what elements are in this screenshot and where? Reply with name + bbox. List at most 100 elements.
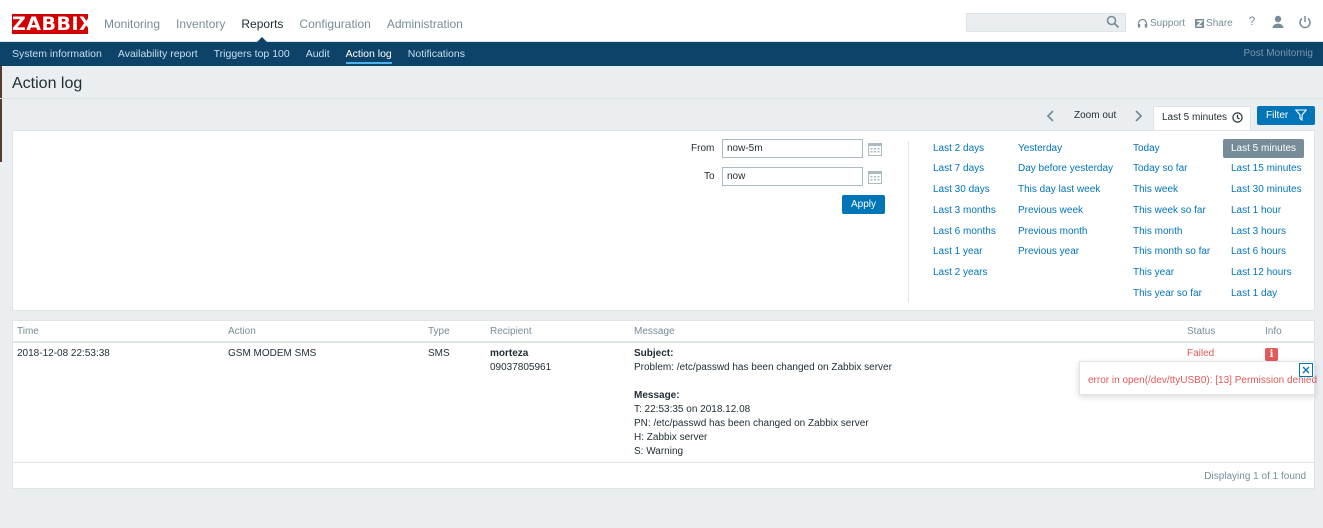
chevron-right-icon[interactable]	[1131, 108, 1145, 124]
to-input[interactable]: now	[722, 167, 863, 186]
close-icon[interactable]	[1299, 363, 1313, 377]
subnav-action-log[interactable]: Action log	[338, 42, 400, 66]
time-filter-panel: From now-5m To now Apply Last 2 days Las…	[12, 130, 1315, 311]
quick-range-last-5-minutes[interactable]: Last 5 minutes	[1223, 139, 1305, 158]
column-header-time: Time	[17, 326, 39, 337]
quick-range-previous-week[interactable]: Previous week	[1018, 205, 1083, 216]
quick-range-this-week-so-far[interactable]: This week so far	[1133, 205, 1206, 216]
row-message-line: S: Warning	[634, 446, 684, 457]
main-menu: Monitoring Inventory Reports Configurati…	[96, 0, 471, 43]
menu-inventory[interactable]: Inventory	[168, 0, 233, 42]
quick-range-previous-year[interactable]: Previous year	[1018, 246, 1079, 257]
row-subject-label: Subject:	[634, 348, 674, 359]
headset-icon	[1137, 18, 1148, 27]
menu-reports[interactable]: Reports	[233, 0, 291, 43]
title-bar: Action log	[0, 66, 1323, 99]
row-recipient-name: morteza	[490, 348, 529, 359]
share-link[interactable]: Share	[1195, 18, 1233, 29]
share-label: Share	[1206, 17, 1233, 29]
menu-administration[interactable]: Administration	[379, 0, 471, 42]
row-message-label: Message:	[634, 390, 680, 401]
page-title: Action log	[12, 75, 83, 92]
top-header: ZABBIX Monitoring Inventory Reports Conf…	[0, 0, 1323, 43]
table-header: Time Action Type Recipient Message Statu…	[13, 321, 1314, 343]
sign-out-icon[interactable]	[1297, 14, 1313, 30]
column-header-info: Info	[1265, 326, 1282, 337]
header-actions: Support Share	[1137, 12, 1243, 34]
subnav-notifications[interactable]: Notifications	[400, 42, 473, 66]
subnav-system-information[interactable]: System information	[4, 42, 110, 66]
quick-range-last-3-months[interactable]: Last 3 months	[933, 205, 996, 216]
subnav-availability-report[interactable]: Availability report	[110, 42, 206, 66]
quick-range-last-3-hours[interactable]: Last 3 hours	[1231, 226, 1286, 237]
time-range-tab[interactable]: Last 5 minutes	[1153, 106, 1251, 131]
zabbix-logo[interactable]: ZABBIX	[12, 14, 94, 34]
quick-range-last-1-day[interactable]: Last 1 day	[1231, 288, 1277, 299]
calendar-icon[interactable]	[868, 170, 882, 184]
from-input[interactable]: now-5m	[722, 139, 863, 158]
quick-range-this-week[interactable]: This week	[1133, 184, 1178, 195]
menu-configuration[interactable]: Configuration	[291, 0, 378, 42]
quick-range-this-year[interactable]: This year	[1133, 267, 1174, 278]
error-info-icon[interactable]: i	[1265, 348, 1278, 361]
zabbix-share-icon	[1195, 18, 1205, 28]
to-label: To	[704, 171, 715, 182]
menu-monitoring[interactable]: Monitoring	[96, 0, 168, 42]
error-message: error in open(/dev/ttyUSB0): [13] Permis…	[1088, 375, 1317, 386]
help-icon[interactable]: ?	[1244, 14, 1260, 30]
user-profile-icon[interactable]	[1270, 14, 1286, 30]
quick-range-this-month-so-far[interactable]: This month so far	[1133, 246, 1210, 257]
support-link[interactable]: Support	[1137, 18, 1185, 29]
column-header-status: Status	[1187, 326, 1216, 337]
column-header-action: Action	[228, 326, 256, 337]
filter-divider	[908, 141, 909, 303]
row-type: SMS	[428, 348, 450, 359]
server-name: Post Monitornig	[1243, 48, 1313, 59]
quick-range-last-12-hours[interactable]: Last 12 hours	[1231, 267, 1292, 278]
chevron-left-icon[interactable]	[1044, 108, 1058, 124]
quick-range-today-so-far[interactable]: Today so far	[1133, 163, 1187, 174]
search-icon[interactable]	[1106, 15, 1120, 29]
row-divider	[13, 462, 1314, 463]
error-hint-popup: error in open(/dev/ttyUSB0): [13] Permis…	[1079, 361, 1317, 395]
quick-range-this-month[interactable]: This month	[1133, 226, 1182, 237]
quick-range-last-2-days[interactable]: Last 2 days	[933, 143, 984, 154]
row-subject: Problem: /etc/passwd has been changed on…	[634, 362, 892, 373]
table-footer-count: Displaying 1 of 1 found	[1204, 471, 1306, 482]
quick-range-today[interactable]: Today	[1133, 143, 1160, 154]
row-message-line: H: Zabbix server	[634, 432, 708, 443]
quick-range-last-6-hours[interactable]: Last 6 hours	[1231, 246, 1286, 257]
subnav-audit[interactable]: Audit	[298, 42, 338, 66]
quick-range-last-7-days[interactable]: Last 7 days	[933, 163, 984, 174]
quick-range-last-30-minutes[interactable]: Last 30 minutes	[1231, 184, 1302, 195]
quick-range-previous-month[interactable]: Previous month	[1018, 226, 1087, 237]
support-label: Support	[1150, 17, 1186, 29]
quick-range-last-2-years[interactable]: Last 2 years	[933, 267, 987, 278]
quick-range-day-before-yesterday[interactable]: Day before yesterday	[1018, 163, 1113, 174]
filter-tab-button[interactable]: Filter	[1257, 106, 1315, 125]
info-glyph: i	[1269, 349, 1274, 360]
quick-range-this-day-last-week[interactable]: This day last week	[1018, 184, 1100, 195]
from-label: From	[691, 143, 715, 154]
quick-range-this-year-so-far[interactable]: This year so far	[1133, 288, 1202, 299]
zoom-out-button[interactable]: Zoom out	[1068, 108, 1122, 124]
clock-icon	[1232, 112, 1243, 123]
column-header-message: Message	[634, 326, 675, 337]
row-message-line: PN: /etc/passwd has been changed on Zabb…	[634, 418, 869, 429]
quick-range-last-1-year[interactable]: Last 1 year	[933, 246, 982, 257]
quick-range-yesterday[interactable]: Yesterday	[1018, 143, 1062, 154]
calendar-icon[interactable]	[868, 142, 882, 156]
quick-range-last-1-hour[interactable]: Last 1 hour	[1231, 205, 1281, 216]
row-time: 2018-12-08 22:53:38	[17, 348, 110, 359]
apply-button[interactable]: Apply	[842, 195, 885, 214]
subnav-triggers-top-100[interactable]: Triggers top 100	[206, 42, 298, 66]
search-input[interactable]	[966, 13, 1126, 32]
funnel-icon	[1295, 109, 1307, 121]
row-message-line: T: 22:53:35 on 2018.12.08	[634, 404, 751, 415]
quick-range-last-6-months[interactable]: Last 6 months	[933, 226, 996, 237]
quick-range-last-30-days[interactable]: Last 30 days	[933, 184, 990, 195]
column-header-recipient: Recipient	[490, 326, 532, 337]
quick-range-last-15-minutes[interactable]: Last 15 minutes	[1231, 163, 1302, 174]
filter-label: Filter	[1266, 110, 1289, 121]
column-header-type: Type	[428, 326, 450, 337]
